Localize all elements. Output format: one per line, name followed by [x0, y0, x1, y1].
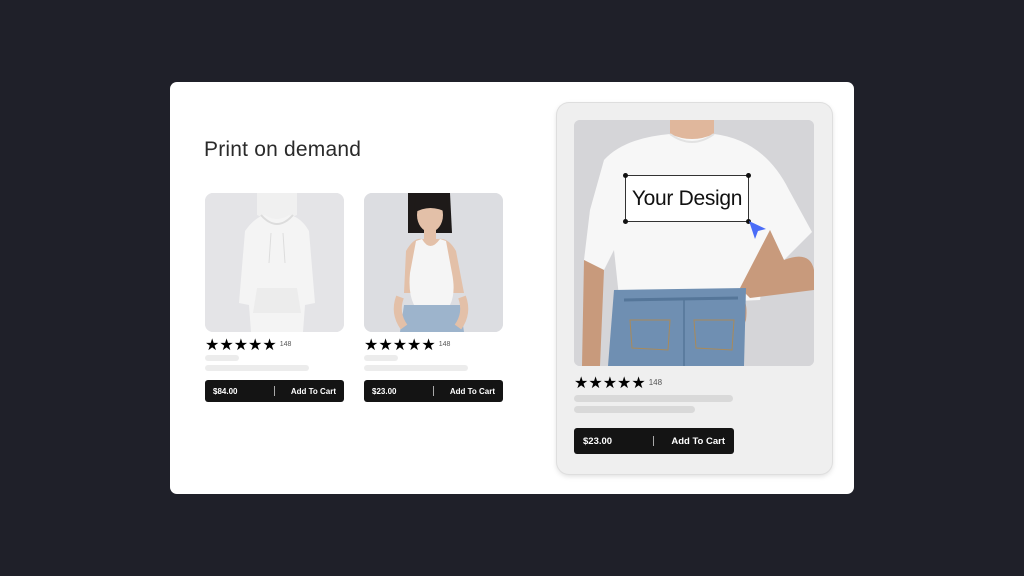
- featured-product-card[interactable]: Your Design ★★★★★ 148 $23.00 Add To Cart: [557, 103, 832, 474]
- resize-handle-icon[interactable]: [623, 173, 628, 178]
- star-icon: ★★★★★: [364, 336, 436, 354]
- title-placeholder: [364, 355, 398, 361]
- price: $84.00: [213, 386, 238, 396]
- resize-handle-icon[interactable]: [623, 219, 628, 224]
- product-card-tank-top[interactable]: ★★★★★ 148 $23.00 Add To Cart: [364, 193, 503, 402]
- description-placeholder: [205, 365, 309, 371]
- price: $23.00: [583, 435, 613, 447]
- description-placeholder: [364, 365, 468, 371]
- pointer-cursor-icon: [749, 221, 766, 239]
- hoodie-illustration: [205, 193, 344, 332]
- rating-row: ★★★★★ 148: [364, 337, 503, 354]
- product-image-hoodie[interactable]: [205, 193, 344, 332]
- add-to-cart-button-featured[interactable]: $23.00 Add To Cart: [574, 428, 734, 454]
- add-to-cart-label: Add To Cart: [449, 386, 495, 396]
- add-to-cart-button-hoodie[interactable]: $84.00 Add To Cart: [205, 380, 344, 402]
- tshirt-illustration: [574, 120, 814, 366]
- design-label: Your Design: [631, 186, 743, 210]
- divider: [433, 386, 434, 396]
- page-title: Print on demand: [204, 138, 362, 161]
- add-to-cart-label: Add To Cart: [290, 386, 336, 396]
- product-card-hoodie[interactable]: ★★★★★ 148 $84.00 Add To Cart: [205, 193, 344, 402]
- review-count: 148: [648, 378, 663, 387]
- featured-product-image[interactable]: Your Design: [574, 120, 814, 366]
- resize-handle-icon[interactable]: [746, 173, 751, 178]
- title-placeholder: [205, 355, 239, 361]
- title-placeholder: [574, 395, 733, 402]
- star-icon: ★★★★★: [205, 336, 277, 354]
- price: $23.00: [372, 386, 397, 396]
- review-count: 148: [438, 341, 451, 348]
- divider: [274, 386, 275, 396]
- tank-top-illustration: [364, 193, 503, 332]
- review-count: 148: [279, 341, 292, 348]
- description-placeholder: [574, 406, 695, 413]
- add-to-cart-label: Add To Cart: [671, 435, 725, 447]
- main-card: Print on demand ★★★★★ 148 $84.00 Add To …: [170, 82, 854, 494]
- rating-row: ★★★★★ 148: [574, 375, 663, 392]
- star-icon: ★★★★★: [574, 374, 646, 392]
- add-to-cart-button-tank-top[interactable]: $23.00 Add To Cart: [364, 380, 503, 402]
- design-placement-box[interactable]: Your Design: [623, 173, 751, 224]
- rating-row: ★★★★★ 148: [205, 337, 344, 354]
- product-image-tank-top[interactable]: [364, 193, 503, 332]
- divider: [653, 436, 654, 446]
